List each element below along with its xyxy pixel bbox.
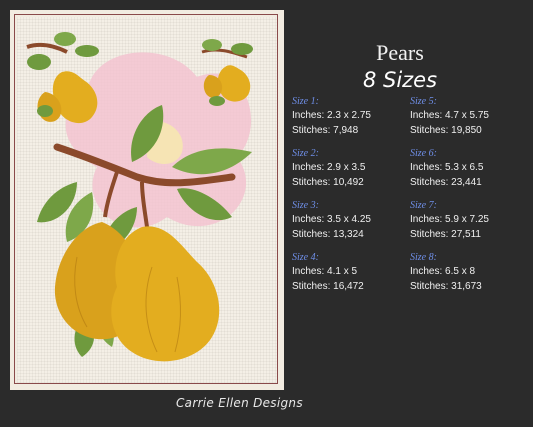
- size-item: Size 6: Inches: 5.3 x 6.5 Stitches: 23,4…: [410, 148, 530, 190]
- size-label: Size 8:: [410, 252, 437, 263]
- size-stitches: Stitches: 27,511: [410, 229, 481, 240]
- design-preview-frame: [10, 10, 284, 390]
- size-label: Size 2:: [292, 148, 319, 159]
- size-item: Size 4: Inches: 4.1 x 5 Stitches: 16,472: [292, 252, 412, 294]
- size-label: Size 1:: [292, 96, 319, 107]
- size-label: Size 3:: [292, 200, 319, 211]
- design-title: Pears: [376, 40, 424, 65]
- size-stitches: Stitches: 31,673: [410, 281, 482, 292]
- size-item: Size 2: Inches: 2.9 x 3.5 Stitches: 10,4…: [292, 148, 412, 190]
- size-stitches: Stitches: 16,472: [292, 281, 364, 292]
- size-inches: Inches: 6.5 x 8: [410, 266, 476, 277]
- size-label: Size 7:: [410, 200, 437, 211]
- size-inches: Inches: 2.3 x 2.75: [292, 110, 371, 121]
- size-label: Size 4:: [292, 252, 319, 263]
- size-item: Size 5: Inches: 4.7 x 5.75 Stitches: 19,…: [410, 96, 530, 138]
- size-stitches: Stitches: 19,850: [410, 125, 482, 136]
- size-item: Size 7: Inches: 5.9 x 7.25 Stitches: 27,…: [410, 200, 530, 242]
- sizes-count: 8 Sizes: [362, 68, 438, 92]
- size-stitches: Stitches: 23,441: [410, 177, 482, 188]
- size-inches: Inches: 3.5 x 4.25: [292, 214, 371, 225]
- size-item: Size 1: Inches: 2.3 x 2.75 Stitches: 7,9…: [292, 96, 412, 138]
- size-label: Size 6:: [410, 148, 437, 159]
- size-stitches: Stitches: 13,324: [292, 229, 364, 240]
- size-stitches: Stitches: 10,492: [292, 177, 364, 188]
- size-label: Size 5:: [410, 96, 437, 107]
- size-inches: Inches: 4.7 x 5.75: [410, 110, 489, 121]
- frame-border: [14, 14, 278, 384]
- brand-signature: Carrie Ellen Designs: [176, 396, 303, 410]
- size-inches: Inches: 5.9 x 7.25: [410, 214, 489, 225]
- size-item: Size 8: Inches: 6.5 x 8 Stitches: 31,673: [410, 252, 530, 294]
- size-stitches: Stitches: 7,948: [292, 125, 359, 136]
- size-inches: Inches: 2.9 x 3.5: [292, 162, 366, 173]
- size-inches: Inches: 5.3 x 6.5: [410, 162, 484, 173]
- size-item: Size 3: Inches: 3.5 x 4.25 Stitches: 13,…: [292, 200, 412, 242]
- size-list: Size 1: Inches: 2.3 x 2.75 Stitches: 7,9…: [292, 96, 532, 296]
- size-inches: Inches: 4.1 x 5: [292, 266, 358, 277]
